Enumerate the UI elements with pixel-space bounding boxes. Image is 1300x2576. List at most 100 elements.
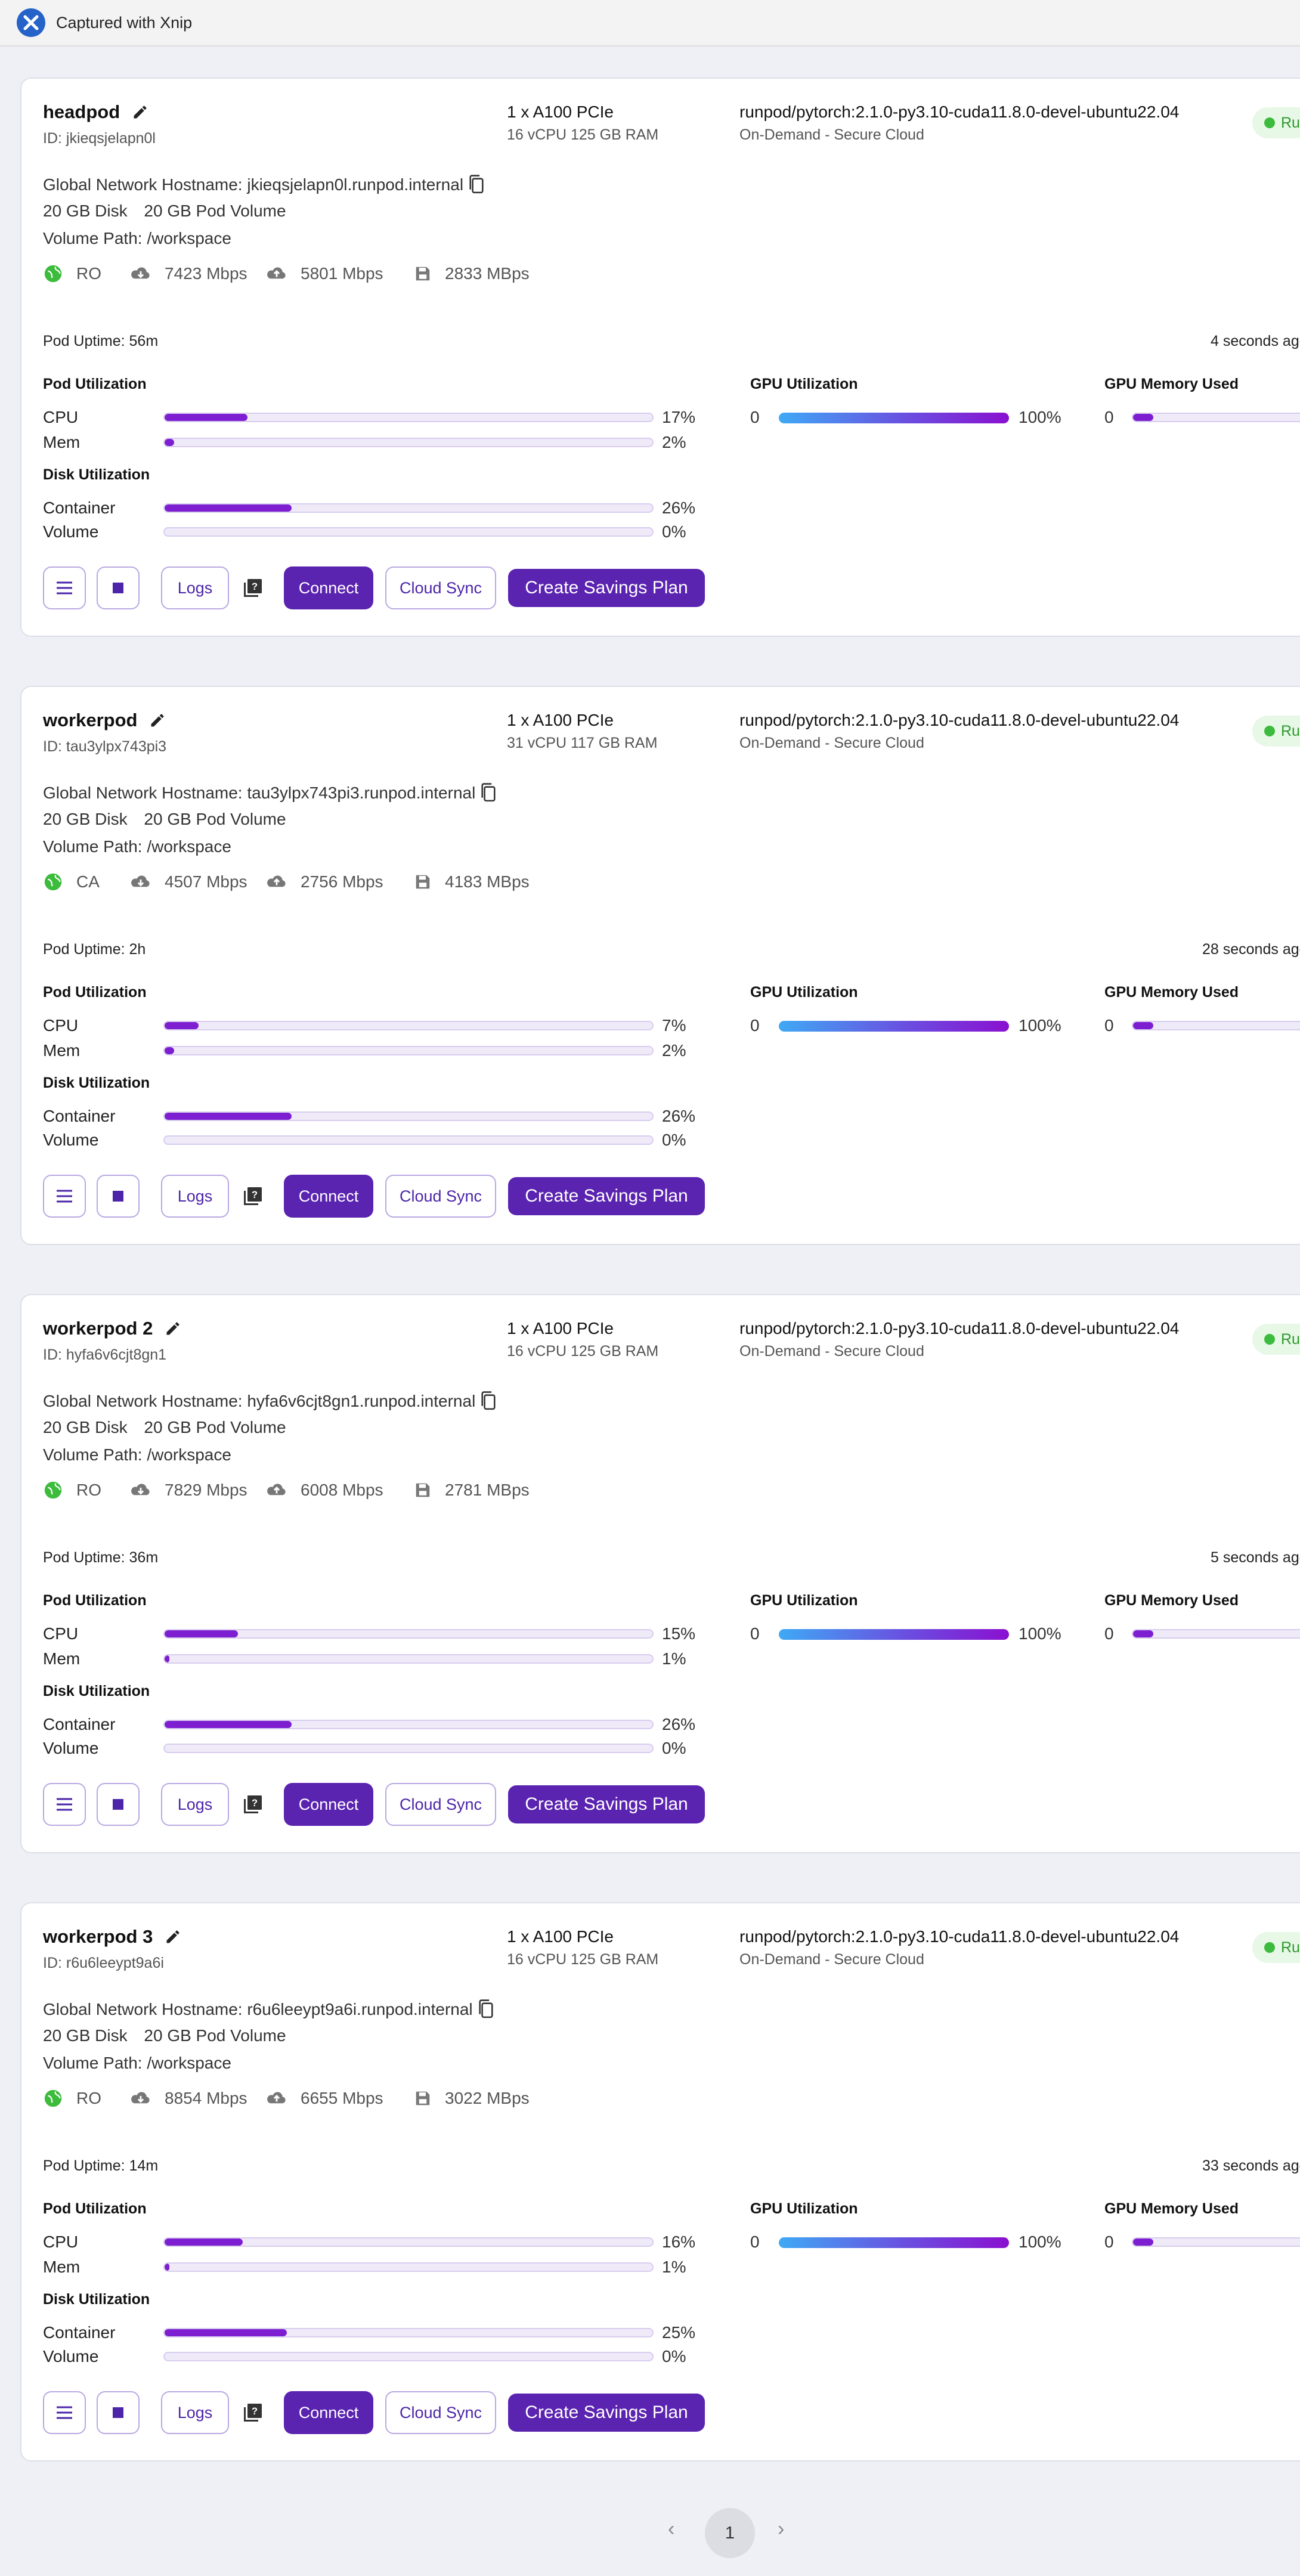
create-savings-plan-button[interactable]: Create Savings Plan <box>508 1785 705 1823</box>
edit-pencil-icon[interactable] <box>132 104 148 120</box>
menu-button[interactable] <box>43 2391 86 2434</box>
container-label: Container <box>43 1715 116 1733</box>
download-cloud-icon <box>131 875 150 887</box>
status-dot <box>1264 117 1275 128</box>
cpu-label: CPU <box>43 1016 79 1035</box>
logs-button[interactable]: Logs <box>161 566 229 609</box>
stop-icon <box>113 583 123 593</box>
disk-utilization-heading: Disk Utilization <box>43 1683 150 1699</box>
menu-button[interactable] <box>43 566 86 609</box>
disk-size: 20 GB Disk <box>43 1418 128 1436</box>
menu-icon <box>57 581 72 595</box>
stop-button[interactable] <box>97 1175 140 1218</box>
status-dot <box>1264 1334 1275 1345</box>
upload-cloud-icon <box>267 875 286 887</box>
pagination-prev-button[interactable]: ‹ <box>668 2518 674 2541</box>
template-library-icon[interactable]: ? <box>242 2402 264 2423</box>
connect-button[interactable]: Connect <box>284 1783 373 1826</box>
pod-id: ID: r6u6leeypt9a6i <box>43 1955 164 1971</box>
svg-text:?: ? <box>252 1798 258 1809</box>
cloud-sync-button[interactable]: Cloud Sync <box>385 1175 496 1218</box>
xnip-logo-icon <box>17 8 45 37</box>
gpu-util-min: 0 <box>750 1016 760 1035</box>
gpu-util-percent: 100% <box>1019 1016 1061 1035</box>
volume-percent: 0% <box>662 2347 686 2366</box>
copy-icon[interactable] <box>479 1391 498 1412</box>
stop-button[interactable] <box>97 1783 140 1826</box>
pod-name: workerpod <box>43 710 138 730</box>
mem-label: Mem <box>43 2258 81 2276</box>
gpu-util-min: 0 <box>750 408 760 426</box>
volume-percent: 0% <box>662 522 686 541</box>
cpu-label: CPU <box>43 1624 79 1643</box>
cpu-percent: 15% <box>662 1624 696 1643</box>
template-library-icon[interactable]: ? <box>242 577 264 599</box>
edit-pencil-icon[interactable] <box>165 1928 181 1945</box>
edit-pencil-icon[interactable] <box>149 712 166 729</box>
menu-button[interactable] <box>43 1783 86 1826</box>
cloud-sync-button[interactable]: Cloud Sync <box>385 566 496 609</box>
create-savings-plan-button[interactable]: Create Savings Plan <box>508 569 705 607</box>
logs-button[interactable]: Logs <box>161 1175 229 1218</box>
connect-button[interactable]: Connect <box>284 566 373 609</box>
menu-button[interactable] <box>43 1175 86 1218</box>
cloud-sync-button[interactable]: Cloud Sync <box>385 1783 496 1826</box>
pod-specs: 16 vCPU 125 GB RAM <box>507 1951 659 1968</box>
pod-volume-size: 20 GB Pod Volume <box>144 810 286 828</box>
edit-pencil-icon[interactable] <box>165 1320 181 1337</box>
gpu-type: 1 x A100 PCIe <box>507 1927 614 1946</box>
copy-icon[interactable] <box>476 1999 496 2020</box>
gpu-memory-bar <box>1132 413 1300 422</box>
volume-label: Volume <box>43 2347 99 2366</box>
container-image: runpod/pytorch:2.1.0-py3.10-cuda11.8.0-d… <box>739 1927 1180 1946</box>
status-label: Running <box>1281 1330 1300 1348</box>
cpu-bar-fill <box>165 1022 199 1029</box>
gpu-mem-min: 0 <box>1104 2233 1114 2251</box>
volume-path: Volume Path: /workspace <box>43 2054 231 2072</box>
gpu-type: 1 x A100 PCIe <box>507 1319 614 1337</box>
cpu-percent: 17% <box>662 408 696 426</box>
cloud-sync-button[interactable]: Cloud Sync <box>385 2391 496 2434</box>
svg-text:?: ? <box>252 581 258 592</box>
mem-percent: 2% <box>662 1041 686 1060</box>
pod-uptime: Pod Uptime: 2h <box>43 941 146 958</box>
pod-id: ID: tau3ylpx743pi3 <box>43 738 167 755</box>
container-image: runpod/pytorch:2.1.0-py3.10-cuda11.8.0-d… <box>739 103 1180 121</box>
volume-percent: 0% <box>662 1739 686 1757</box>
gpu-memory-bar-fill <box>1133 1022 1153 1029</box>
gpu-memory-heading: GPU Memory Used <box>1104 376 1239 392</box>
create-savings-plan-button[interactable]: Create Savings Plan <box>508 2394 705 2432</box>
cpu-bar <box>163 1021 654 1030</box>
disk-speed: 2833 MBps <box>445 264 530 283</box>
region: RO <box>76 2089 101 2107</box>
container-image: runpod/pytorch:2.1.0-py3.10-cuda11.8.0-d… <box>739 711 1180 729</box>
upload-speed: 5801 Mbps <box>301 264 383 283</box>
stop-button[interactable] <box>97 566 140 609</box>
connect-button[interactable]: Connect <box>284 1175 373 1218</box>
download-speed: 8854 Mbps <box>165 2089 247 2107</box>
logs-button[interactable]: Logs <box>161 1783 229 1826</box>
template-library-icon[interactable]: ? <box>242 1185 264 1207</box>
pagination-page-1[interactable]: 1 <box>705 2508 755 2558</box>
pagination-next-button[interactable]: › <box>778 2518 784 2541</box>
pod-name: workerpod 2 <box>43 1318 153 1339</box>
template-library-icon[interactable]: ? <box>242 1794 264 1815</box>
menu-icon <box>57 2406 72 2419</box>
container-bar <box>163 1720 654 1729</box>
gpu-utilization-bar <box>779 2237 1009 2248</box>
region: RO <box>76 1481 101 1499</box>
volume-path: Volume Path: /workspace <box>43 837 231 856</box>
copy-icon[interactable] <box>467 174 486 196</box>
disk-size: 20 GB Disk <box>43 202 128 220</box>
cpu-bar <box>163 1629 654 1639</box>
region: RO <box>76 264 101 283</box>
connect-button[interactable]: Connect <box>284 2391 373 2434</box>
pod-utilization-heading: Pod Utilization <box>43 376 147 392</box>
stop-button[interactable] <box>97 2391 140 2434</box>
pod-card: workerpod 3 ID: r6u6leeypt9a6i 1 x A100 … <box>20 1902 1300 2462</box>
logs-button[interactable]: Logs <box>161 2391 229 2434</box>
volume-path: Volume Path: /workspace <box>43 229 231 247</box>
create-savings-plan-button[interactable]: Create Savings Plan <box>508 1177 705 1215</box>
copy-icon[interactable] <box>479 782 498 804</box>
container-percent: 25% <box>662 2323 696 2342</box>
